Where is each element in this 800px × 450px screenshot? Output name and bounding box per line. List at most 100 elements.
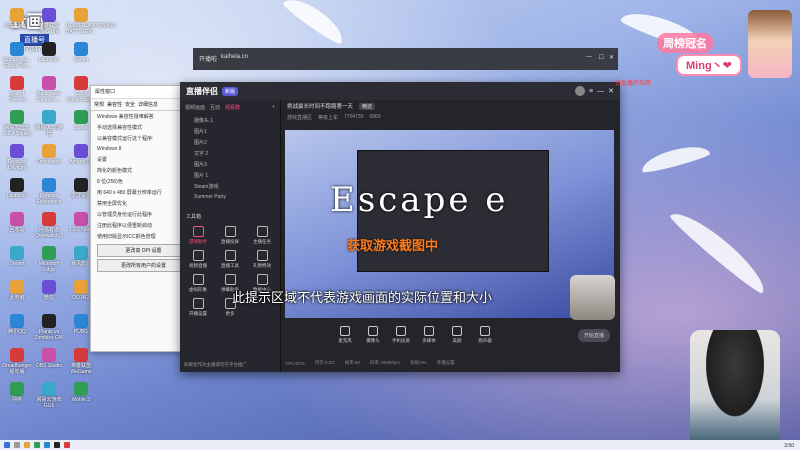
desktop-icon[interactable]: Steam bbox=[2, 246, 32, 267]
desktop-icon[interactable]: Mobin 3 bbox=[66, 382, 96, 403]
tab-security[interactable]: 安全 bbox=[125, 101, 135, 108]
start-icon[interactable] bbox=[4, 442, 10, 448]
tool-label: 更多 bbox=[225, 311, 235, 316]
tool-icon bbox=[256, 250, 268, 261]
edge-icon[interactable] bbox=[44, 442, 50, 448]
tool-button[interactable]: 虚拟形象 bbox=[184, 274, 212, 293]
scene-item[interactable]: Steam游戏 bbox=[180, 181, 280, 192]
desktop-icon[interactable]: Launcher bbox=[34, 42, 64, 63]
desktop-icon[interactable]: Sea of Thieves bbox=[2, 76, 32, 103]
app-icon bbox=[10, 8, 24, 22]
desktop-icon[interactable]: Steam bbox=[66, 42, 96, 63]
tool-button[interactable]: 视频直播 bbox=[184, 250, 212, 269]
desktop-icon[interactable]: 英雄联盟 WeGame bbox=[34, 8, 64, 35]
all-users-button[interactable]: 更改所有用户的设置 bbox=[97, 259, 190, 272]
search-icon[interactable] bbox=[14, 442, 20, 448]
minimize-icon[interactable]: — bbox=[586, 54, 592, 60]
scene-item[interactable]: 图片2 bbox=[180, 137, 280, 148]
webcam-small bbox=[570, 275, 615, 320]
scene-item[interactable]: 摄像头 1 bbox=[180, 115, 280, 126]
desktop-icon-label: Launcher bbox=[38, 57, 60, 63]
desktop-icon-label: 英雄联盟 WeGame bbox=[38, 23, 60, 35]
desktop-icon[interactable]: Counter-S... Global Off... bbox=[2, 42, 32, 69]
tool-button[interactable]: 主播任务 bbox=[248, 226, 276, 245]
tool-icon bbox=[224, 274, 236, 285]
desktop-icon[interactable]: OBS Studio bbox=[34, 348, 64, 369]
desktop-icon-label: 网易云音乐 2.2.4 Squad bbox=[3, 125, 31, 137]
minimize-icon[interactable]: — bbox=[597, 88, 604, 95]
desktop-icon[interactable]: 网易云游戏 GG5 bbox=[34, 382, 64, 409]
browser-tab[interactable]: 开播啦 bbox=[199, 54, 217, 63]
control-button[interactable]: 美颜 bbox=[447, 326, 467, 344]
app-icon bbox=[10, 348, 24, 362]
desktop-icon[interactable]: 网易有道 Overwatch 2 bbox=[34, 212, 64, 239]
room-title[interactable]: 挑战最长时间不跑路第一天 bbox=[287, 102, 353, 110]
desktop-icon[interactable]: Launcher bbox=[2, 178, 32, 199]
start-live-button[interactable]: 开始直播 bbox=[577, 329, 610, 342]
desktop-icon[interactable]: 回收站 bbox=[2, 212, 32, 233]
desktop-icon[interactable]: Overwatch bbox=[34, 144, 64, 165]
desktop-icon[interactable]: Battlestate Games L... bbox=[34, 76, 64, 103]
change-dpi-button[interactable]: 更改高 DPI 设置 bbox=[97, 244, 190, 257]
folder-icon[interactable] bbox=[24, 442, 30, 448]
tab-compat[interactable]: 兼容性 bbox=[107, 101, 122, 108]
tab-viewers[interactable]: 观看数 bbox=[225, 104, 240, 111]
menu-icon[interactable]: ≡ bbox=[589, 88, 593, 95]
control-button[interactable]: 手机投屏 bbox=[391, 326, 411, 344]
desktop-icon[interactable]: Defense Experience bbox=[34, 178, 64, 205]
tab-details[interactable]: 详细信息 bbox=[138, 101, 158, 108]
scene-item[interactable]: 图片 1 bbox=[180, 170, 280, 181]
add-icon[interactable]: + bbox=[272, 104, 275, 111]
desktop-icon[interactable]: Administr... bbox=[2, 8, 32, 29]
close-icon[interactable]: ✕ bbox=[608, 87, 614, 95]
desktop-icon[interactable]: 微信 bbox=[34, 280, 64, 301]
desktop-icon[interactable]: 英雄联盟 WeGame bbox=[66, 348, 96, 375]
desktop-icon[interactable]: Dead by Daylight bbox=[2, 144, 32, 171]
desktop-icon[interactable]: Dreadhunger 船长版 bbox=[2, 348, 32, 375]
control-button[interactable]: 麦克风 bbox=[335, 326, 355, 344]
control-button[interactable]: 摄像头 bbox=[363, 326, 383, 344]
tool-button[interactable]: 游戏助手 bbox=[184, 226, 212, 245]
desktop-icon[interactable]: Plants vs Zombies GW bbox=[34, 314, 64, 341]
desktop-icon-label: Mobin 3 bbox=[72, 397, 90, 403]
control-button[interactable]: 扬声器 bbox=[475, 326, 495, 344]
taskbar bbox=[0, 440, 800, 450]
tool-icon bbox=[256, 226, 268, 237]
app-icon bbox=[74, 348, 88, 362]
desktop-icon[interactable]: Microsoft Edge bbox=[34, 246, 64, 273]
control-button[interactable]: 多媒体 bbox=[419, 326, 439, 344]
maximize-icon[interactable]: ☐ bbox=[599, 54, 604, 61]
app-icon bbox=[42, 42, 56, 56]
wechat-icon[interactable] bbox=[34, 442, 40, 448]
desktop-icon[interactable]: 腾讯QQ bbox=[2, 314, 32, 335]
tool-button[interactable]: 礼物特效 bbox=[248, 250, 276, 269]
tab-general[interactable]: 常规 bbox=[94, 101, 104, 108]
tool-icon bbox=[256, 274, 268, 285]
browser-url[interactable]: kaihela.cn bbox=[221, 54, 248, 60]
tab-video[interactable]: 视频画面 bbox=[185, 104, 205, 111]
desktop-icon[interactable]: PLAYERUNKNOWN'S BATTLEGR... bbox=[66, 8, 116, 35]
close-icon[interactable]: ✕ bbox=[609, 54, 614, 61]
app-icon bbox=[42, 348, 56, 362]
status-item: 帧率:60 bbox=[344, 360, 361, 365]
tool-label: 直播工具 bbox=[221, 263, 239, 268]
tool-button[interactable]: 直播投屏 bbox=[216, 226, 244, 245]
preview-game-title: Escape e bbox=[330, 180, 509, 220]
tab-interact[interactable]: 互动 bbox=[210, 104, 220, 111]
avatar[interactable] bbox=[575, 86, 586, 96]
scene-item[interactable]: Summer Party bbox=[180, 192, 280, 202]
desktop-icon[interactable]: 网易云音乐 2.2.4 Squad bbox=[2, 110, 32, 137]
desktop-icon[interactable]: 此电脑 bbox=[2, 280, 32, 301]
scene-item[interactable]: 文字 2 bbox=[180, 148, 280, 159]
tool-button[interactable]: 直播工具 bbox=[216, 250, 244, 269]
steam-icon[interactable] bbox=[54, 442, 60, 448]
app-icon bbox=[42, 76, 56, 90]
scene-item[interactable]: 图片1 bbox=[180, 126, 280, 137]
tool-button[interactable]: 开播设置 bbox=[184, 298, 212, 317]
desktop-icon-label: 网易云游戏 GG5 bbox=[36, 397, 62, 409]
scene-item[interactable]: 图片3 bbox=[180, 159, 280, 170]
app-icon[interactable] bbox=[64, 442, 70, 448]
live-companion-app: 直播伴侣 新版 ≡ — ✕ 视频画面 互动 观看数 + 摄像头 1 图片1 图片2 文… bbox=[180, 82, 620, 372]
desktop-icon[interactable]: 网络 bbox=[2, 382, 32, 403]
desktop-icon[interactable]: 网易UU加速器 bbox=[34, 110, 64, 137]
